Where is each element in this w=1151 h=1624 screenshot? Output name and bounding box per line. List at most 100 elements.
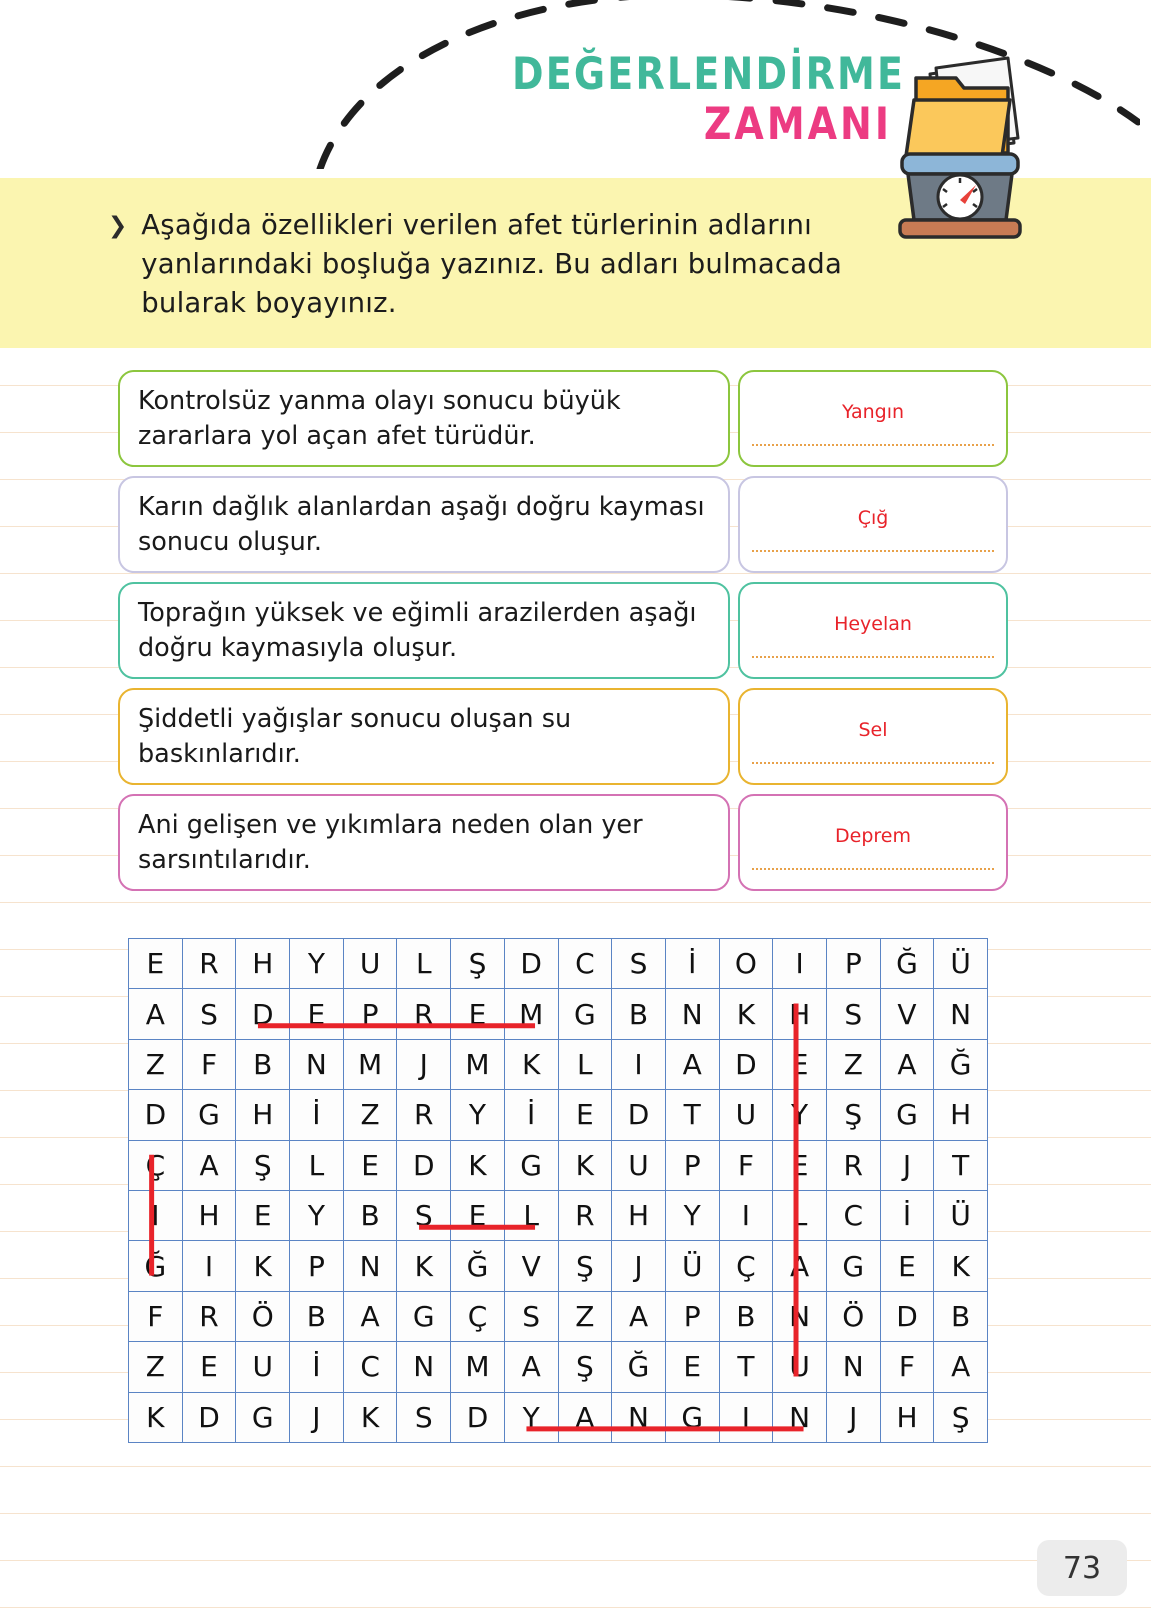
- word-search-cell[interactable]: K: [235, 1240, 291, 1292]
- word-search-cell[interactable]: K: [396, 1240, 452, 1292]
- word-search-cell[interactable]: T: [933, 1139, 988, 1191]
- word-search-cell[interactable]: Ğ: [128, 1240, 183, 1292]
- word-search-cell[interactable]: O: [718, 937, 774, 990]
- word-search-cell[interactable]: L: [772, 1189, 827, 1242]
- word-search-cell[interactable]: D: [450, 1391, 505, 1443]
- word-search-cell[interactable]: R: [396, 988, 452, 1040]
- word-search-cell[interactable]: L: [289, 1139, 344, 1191]
- word-search-cell[interactable]: R: [181, 937, 237, 990]
- word-search-cell[interactable]: F: [181, 1038, 237, 1091]
- word-search-cell[interactable]: L: [503, 1189, 559, 1242]
- word-search-cell[interactable]: B: [342, 1189, 398, 1242]
- word-search-cell[interactable]: U: [611, 1139, 666, 1191]
- word-search-cell[interactable]: G: [825, 1240, 881, 1292]
- word-search-cell[interactable]: H: [235, 937, 291, 990]
- word-search-cell[interactable]: K: [933, 1240, 988, 1292]
- word-search-cell[interactable]: H: [879, 1391, 935, 1443]
- word-search-cell[interactable]: K: [718, 988, 774, 1040]
- word-search-cell[interactable]: K: [450, 1139, 505, 1191]
- word-search-cell[interactable]: U: [772, 1341, 827, 1393]
- word-search-cell[interactable]: S: [825, 988, 881, 1040]
- word-search-cell[interactable]: Y: [664, 1189, 720, 1242]
- word-search-cell[interactable]: Z: [557, 1290, 613, 1343]
- word-search-cell[interactable]: N: [289, 1038, 344, 1091]
- word-search-cell[interactable]: C: [342, 1341, 398, 1393]
- word-search-cell[interactable]: C: [825, 1189, 881, 1242]
- word-search-cell[interactable]: E: [772, 1038, 827, 1091]
- word-search-cell[interactable]: P: [664, 1290, 720, 1343]
- word-search-cell[interactable]: T: [664, 1089, 720, 1141]
- word-search-cell[interactable]: İ: [879, 1189, 935, 1242]
- word-search-cell[interactable]: D: [181, 1391, 237, 1443]
- word-search-cell[interactable]: Ş: [235, 1139, 291, 1191]
- word-search-cell[interactable]: I: [772, 937, 827, 990]
- word-search-cell[interactable]: A: [342, 1290, 398, 1343]
- word-search-cell[interactable]: K: [557, 1139, 613, 1191]
- word-search-cell[interactable]: Ü: [933, 1189, 988, 1242]
- card-answer-field[interactable]: Deprem: [738, 794, 1008, 891]
- word-search-cell[interactable]: G: [235, 1391, 291, 1443]
- word-search-cell[interactable]: I: [718, 1189, 774, 1242]
- word-search-cell[interactable]: Ğ: [611, 1341, 666, 1393]
- word-search-cell[interactable]: L: [396, 937, 452, 990]
- word-search-cell[interactable]: H: [611, 1189, 666, 1242]
- word-search-cell[interactable]: V: [503, 1240, 559, 1292]
- word-search-cell[interactable]: U: [235, 1341, 291, 1393]
- card-answer-field[interactable]: Çığ: [738, 476, 1008, 573]
- word-search-cell[interactable]: Ö: [825, 1290, 881, 1343]
- word-search-cell[interactable]: E: [772, 1139, 827, 1191]
- word-search-cell[interactable]: U: [342, 937, 398, 990]
- word-search-cell[interactable]: J: [289, 1391, 344, 1443]
- word-search-cell[interactable]: Ğ: [879, 937, 935, 990]
- word-search-puzzle[interactable]: ERHYULŞDCSİOIPĞÜASDEPREMGBNKHSVNZFBNMJMK…: [128, 937, 988, 1443]
- word-search-cell[interactable]: A: [181, 1139, 237, 1191]
- word-search-cell[interactable]: Ş: [933, 1391, 988, 1443]
- word-search-cell[interactable]: N: [342, 1240, 398, 1292]
- word-search-cell[interactable]: A: [128, 988, 183, 1040]
- word-search-cell[interactable]: B: [611, 988, 666, 1040]
- word-search-cell[interactable]: N: [772, 1290, 827, 1343]
- word-search-cell[interactable]: B: [718, 1290, 774, 1343]
- word-search-cell[interactable]: Ğ: [933, 1038, 988, 1091]
- word-search-cell[interactable]: H: [181, 1189, 237, 1242]
- word-search-cell[interactable]: G: [396, 1290, 452, 1343]
- word-search-cell[interactable]: N: [664, 988, 720, 1040]
- word-search-cell[interactable]: E: [557, 1089, 613, 1141]
- word-search-cell[interactable]: B: [289, 1290, 344, 1343]
- word-search-cell[interactable]: E: [879, 1240, 935, 1292]
- word-search-cell[interactable]: D: [718, 1038, 774, 1091]
- word-search-cell[interactable]: C: [557, 937, 613, 990]
- word-search-cell[interactable]: İ: [664, 937, 720, 990]
- word-search-cell[interactable]: A: [879, 1038, 935, 1091]
- word-search-cell[interactable]: M: [342, 1038, 398, 1091]
- word-search-cell[interactable]: G: [879, 1089, 935, 1141]
- word-search-cell[interactable]: Ş: [557, 1240, 613, 1292]
- word-search-cell[interactable]: N: [611, 1391, 666, 1443]
- word-search-cell[interactable]: Z: [825, 1038, 881, 1091]
- word-search-cell[interactable]: A: [933, 1341, 988, 1393]
- word-search-cell[interactable]: J: [396, 1038, 452, 1091]
- word-search-cell[interactable]: R: [181, 1290, 237, 1343]
- word-search-cell[interactable]: E: [450, 1189, 505, 1242]
- word-search-cell[interactable]: E: [181, 1341, 237, 1393]
- word-search-cell[interactable]: H: [235, 1089, 291, 1141]
- word-search-cell[interactable]: H: [933, 1089, 988, 1141]
- word-search-cell[interactable]: B: [933, 1290, 988, 1343]
- word-search-cell[interactable]: D: [611, 1089, 666, 1141]
- word-search-cell[interactable]: E: [128, 937, 183, 990]
- word-search-cell[interactable]: Ö: [235, 1290, 291, 1343]
- word-search-cell[interactable]: S: [396, 1189, 452, 1242]
- word-search-cell[interactable]: M: [503, 988, 559, 1040]
- word-search-cell[interactable]: Ş: [450, 937, 505, 990]
- word-search-cell[interactable]: E: [235, 1189, 291, 1242]
- word-search-cell[interactable]: D: [235, 988, 291, 1040]
- word-search-cell[interactable]: F: [718, 1139, 774, 1191]
- word-search-cell[interactable]: Ğ: [450, 1240, 505, 1292]
- word-search-cell[interactable]: P: [664, 1139, 720, 1191]
- word-search-cell[interactable]: J: [611, 1240, 666, 1292]
- word-search-cell[interactable]: Ç: [128, 1139, 183, 1191]
- word-search-cell[interactable]: Z: [128, 1038, 183, 1091]
- word-search-cell[interactable]: I: [611, 1038, 666, 1091]
- word-search-cell[interactable]: E: [664, 1341, 720, 1393]
- word-search-cell[interactable]: G: [181, 1089, 237, 1141]
